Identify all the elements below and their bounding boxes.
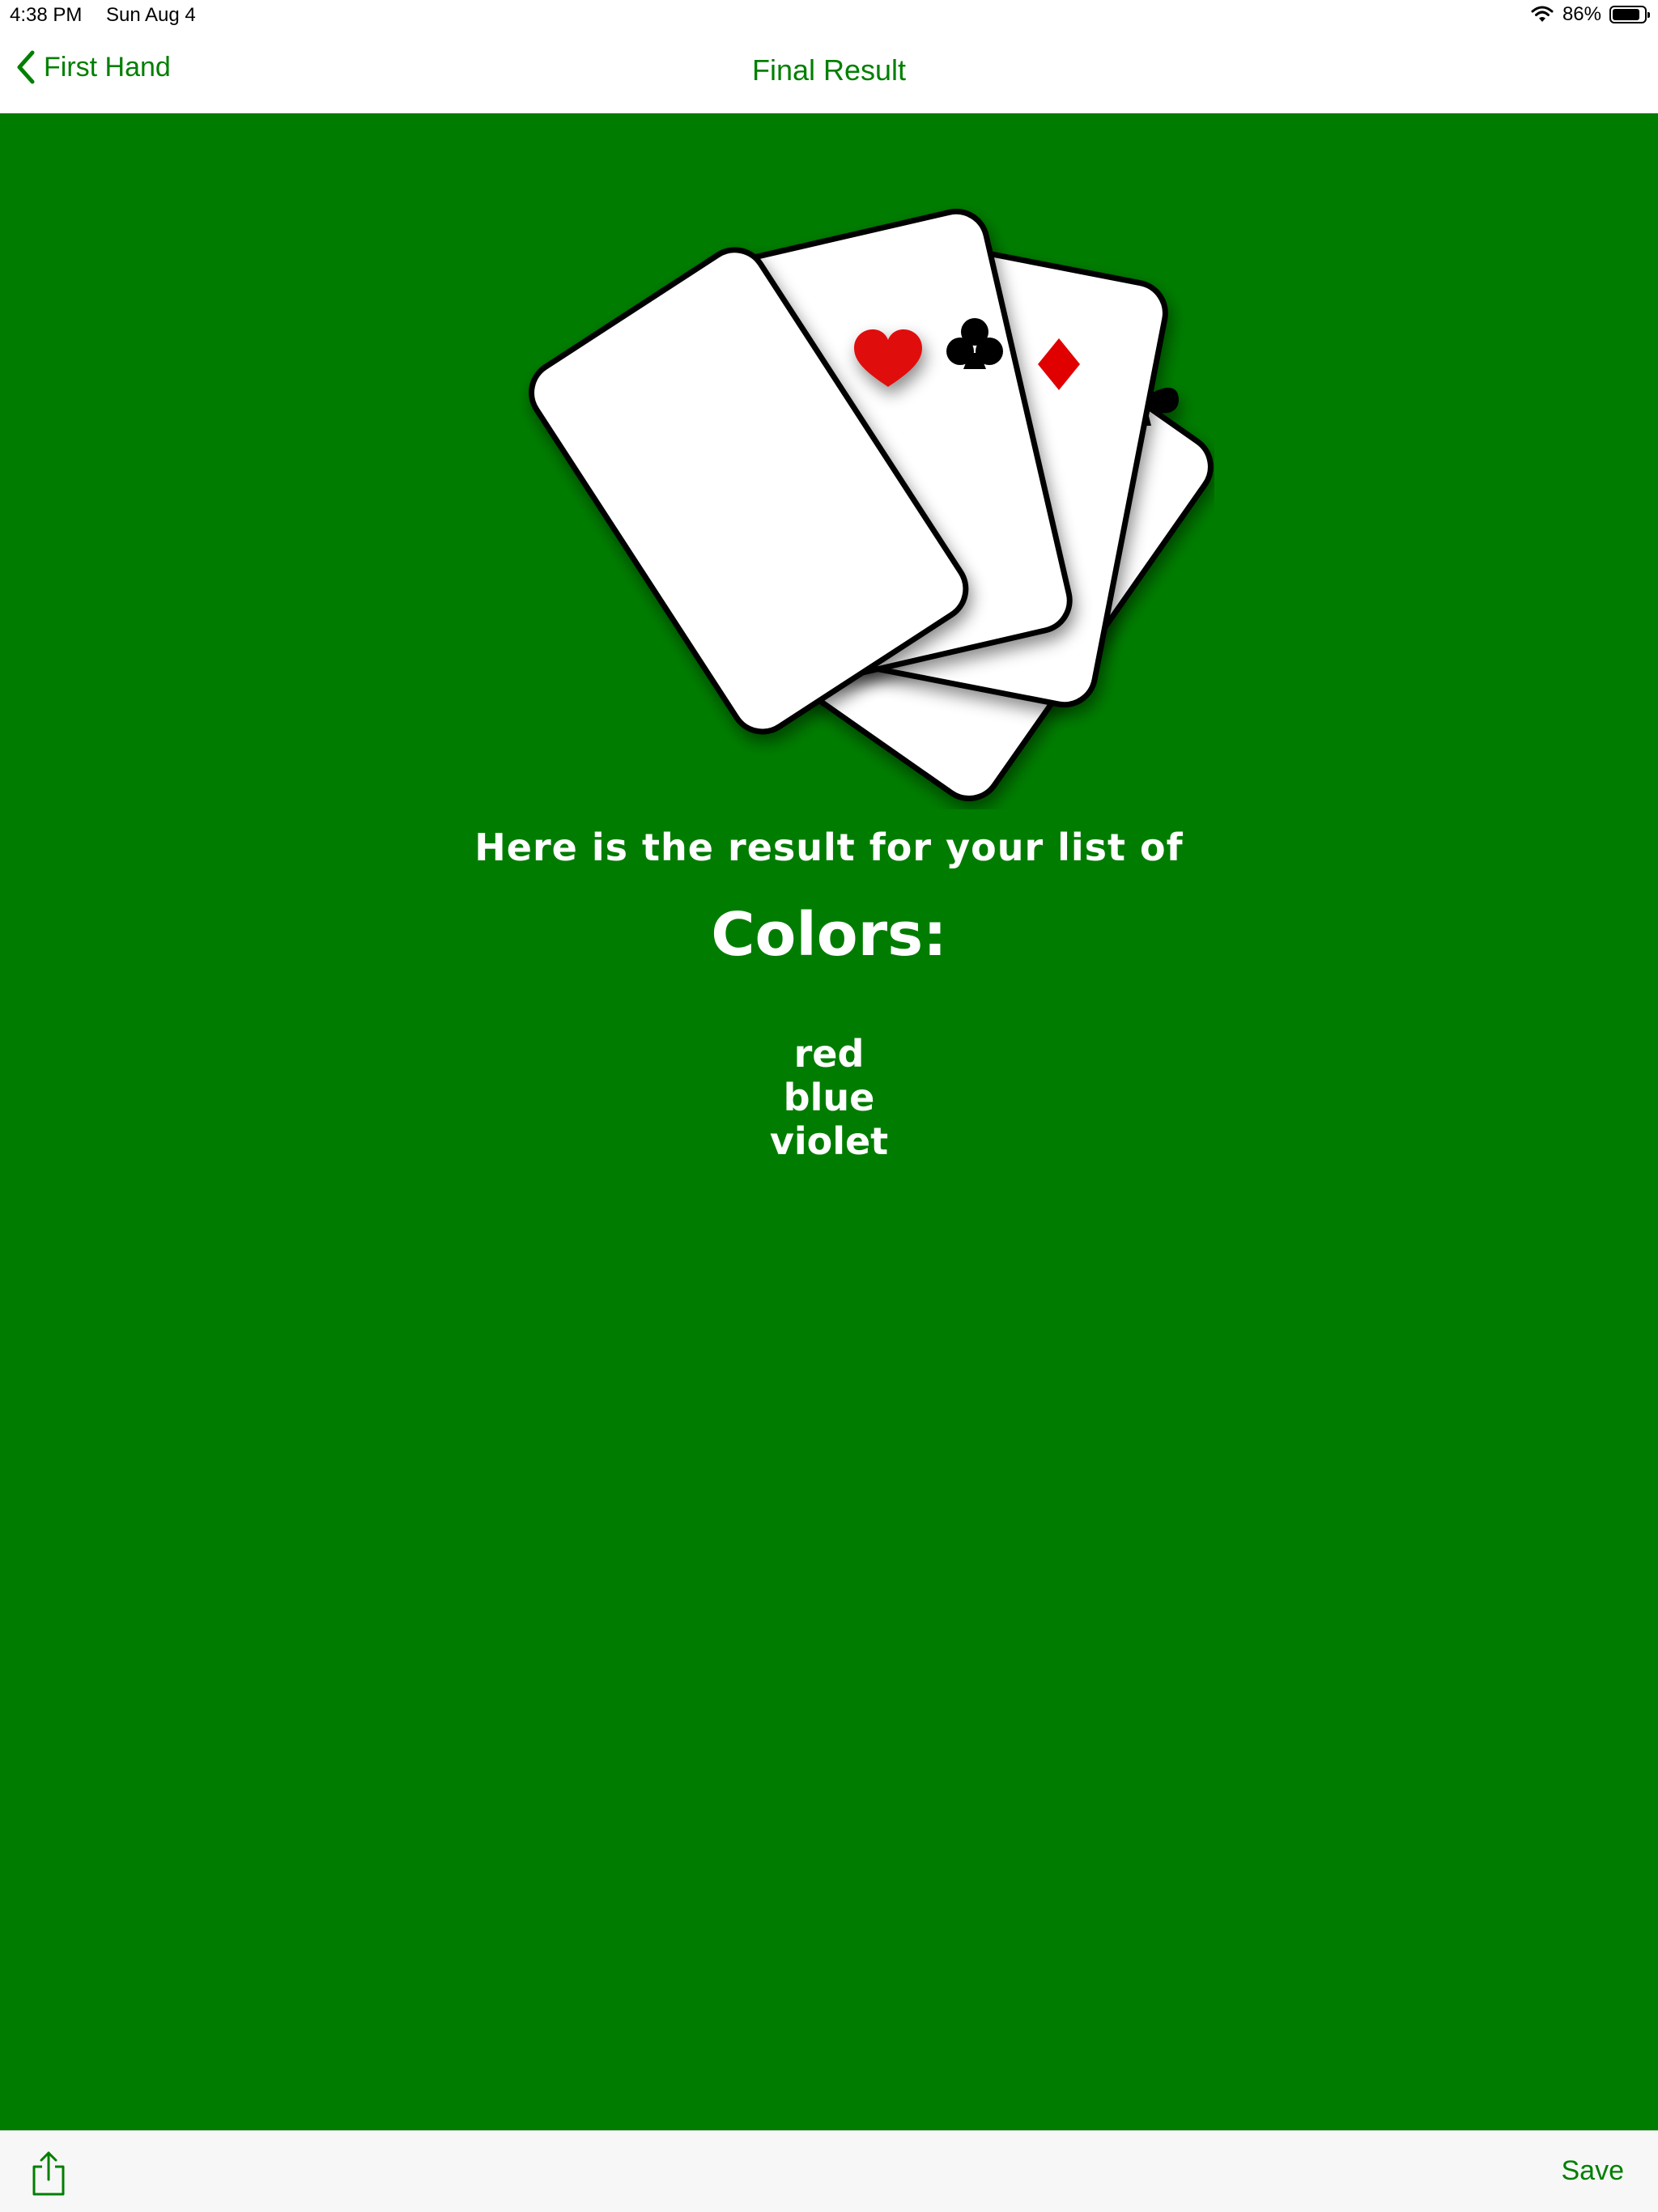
share-icon [32, 2151, 65, 2196]
status-indicators: 86% [1530, 3, 1650, 26]
list-title: Colors: [711, 900, 947, 970]
bottom-toolbar: Save [0, 2130, 1658, 2212]
status-bar: 4:38 PM Sun Aug 4 86% [0, 0, 1658, 32]
battery-percent: 86% [1562, 3, 1601, 25]
result-item: red [793, 1032, 865, 1076]
result-item: blue [783, 1076, 875, 1119]
battery-level [1613, 9, 1639, 20]
result-intro: Here is the result for your list of [474, 826, 1184, 869]
wifi-icon [1531, 6, 1554, 22]
playing-cards-illustration [529, 208, 1214, 802]
result-list: red blue violet [0, 1032, 1658, 1163]
result-content: Here is the result for your list of Colo… [0, 113, 1658, 2130]
save-button[interactable]: Save [1562, 2155, 1625, 2187]
status-time: 4:38 PM [10, 4, 83, 26]
result-item: violet [769, 1119, 889, 1163]
share-button[interactable] [31, 2150, 66, 2196]
battery-icon [1609, 6, 1650, 23]
navigation-bar: First Hand Final Result [0, 32, 1658, 114]
status-date: Sun Aug 4 [106, 4, 196, 26]
page-title: Final Result [751, 53, 907, 87]
